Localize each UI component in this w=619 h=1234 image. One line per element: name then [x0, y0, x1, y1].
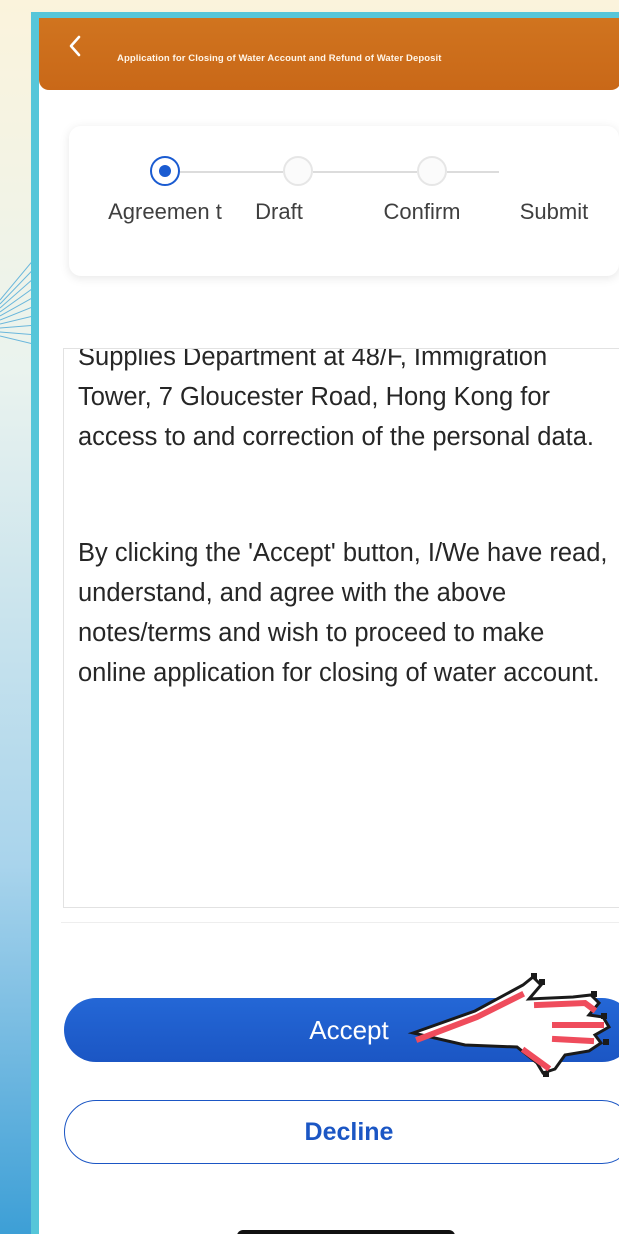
step-label-confirm: Confirm	[383, 199, 461, 224]
chevron-left-icon	[69, 35, 81, 57]
app-header: Application for Closing of Water Account…	[39, 18, 619, 90]
terms-scroll-area[interactable]: Supplies Department at 48/F, Immigration…	[63, 348, 619, 908]
terms-content: Supplies Department at 48/F, Immigration…	[78, 348, 619, 693]
step-label-agreement: Agreemen t	[108, 199, 222, 224]
step-label-submit: Submit	[519, 199, 589, 224]
step-connector	[180, 171, 283, 173]
decline-button[interactable]: Decline	[64, 1100, 619, 1164]
home-indicator	[237, 1230, 455, 1234]
divider	[61, 922, 619, 923]
page-title: Application for Closing of Water Account…	[117, 53, 442, 64]
back-button[interactable]	[61, 30, 89, 62]
progress-stepper: Agreemen t Draft Confirm Submit	[69, 126, 619, 276]
hand-pointer-icon	[407, 973, 612, 1077]
step-dot-agreement	[150, 156, 180, 186]
step-dot-confirm	[417, 156, 447, 186]
step-connector	[313, 171, 417, 173]
terms-paragraph: Supplies Department at 48/F, Immigration…	[78, 348, 594, 451]
step-dot-draft	[283, 156, 313, 186]
step-connector	[447, 171, 499, 173]
step-label-draft: Draft	[255, 199, 303, 224]
terms-paragraph: By clicking the 'Accept' button, I/We ha…	[78, 539, 608, 687]
